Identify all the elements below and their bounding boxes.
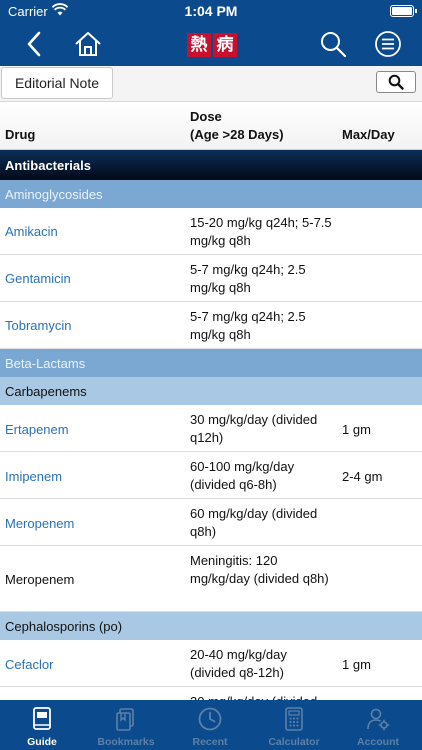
category-cephalosporins: Cephalosporins (po) bbox=[0, 612, 422, 640]
tab-recent[interactable]: Recent bbox=[168, 700, 252, 750]
tab-guide[interactable]: Guide bbox=[0, 700, 84, 750]
category-carbapenems: Carbapenems bbox=[0, 377, 422, 405]
calculator-icon bbox=[285, 707, 303, 731]
account-gear-icon bbox=[367, 708, 390, 731]
tab-label: Account bbox=[357, 736, 399, 748]
table-row[interactable]: Amikacin 15-20 mg/kg q24h; 5-7.5 mg/kg q… bbox=[0, 208, 422, 255]
column-header-max: Max/Day bbox=[342, 127, 395, 142]
editorial-note-button[interactable]: Editorial Note bbox=[1, 67, 113, 99]
section-header-antibacterials: Antibacterials bbox=[0, 150, 422, 180]
chevron-left-icon bbox=[27, 31, 41, 57]
tab-label: Calculator bbox=[268, 736, 320, 748]
logo-char-2: 病 bbox=[213, 33, 237, 57]
home-icon bbox=[75, 32, 101, 56]
drug-link[interactable]: Cefaclor bbox=[5, 657, 53, 672]
drug-link[interactable]: Meropenem bbox=[5, 516, 74, 531]
dose-cell: 60-100 mg/kg/day (divided q6-8h) bbox=[190, 459, 295, 492]
home-button[interactable] bbox=[72, 28, 104, 60]
tab-label: Recent bbox=[192, 736, 228, 748]
table-row[interactable]: Imipenem 60-100 mg/kg/day (divided q6-8h… bbox=[0, 452, 422, 499]
drug-link[interactable]: Gentamicin bbox=[5, 271, 71, 286]
status-bar: Carrier 1:04 PM bbox=[0, 0, 422, 22]
table-row[interactable]: Ertapenem 30 mg/kg/day (divided q12h) 1 … bbox=[0, 405, 422, 452]
bookmarks-icon bbox=[116, 708, 134, 731]
drug-name: Meropenem bbox=[5, 572, 75, 587]
search-icon bbox=[388, 74, 404, 90]
dose-cell: 5-7 mg/kg q24h; 2.5 mg/kg q8h bbox=[190, 309, 306, 342]
back-button[interactable] bbox=[18, 28, 50, 60]
tab-bar: Guide Bookmarks Recent Calculator Accoun… bbox=[0, 700, 422, 750]
table-row: Meropenem Meningitis: 120 mg/kg/day (div… bbox=[0, 546, 422, 612]
subgroup-aminoglycosides[interactable]: Aminoglycosides bbox=[0, 180, 422, 208]
search-button[interactable] bbox=[376, 71, 416, 93]
max-cell: 1 gm bbox=[342, 422, 371, 437]
drug-link[interactable]: Imipenem bbox=[5, 469, 62, 484]
search-icon bbox=[321, 32, 347, 58]
column-header-dose: Dose bbox=[190, 109, 222, 124]
table-row[interactable]: Cefaclor 20-40 mg/kg/day (divided q8-12h… bbox=[0, 640, 422, 687]
toolbar: Editorial Note bbox=[0, 66, 422, 102]
menu-icon bbox=[375, 31, 401, 57]
tab-bookmarks[interactable]: Bookmarks bbox=[84, 700, 168, 750]
table-row[interactable]: Gentamicin 5-7 mg/kg q24h; 2.5 mg/kg q8h bbox=[0, 255, 422, 302]
dose-cell: Meningitis: 120 mg/kg/day (divided q8h) bbox=[190, 553, 329, 586]
dose-cell: 20-40 mg/kg/day (divided q8-12h) bbox=[190, 647, 287, 680]
logo-char-1: 熱 bbox=[187, 33, 211, 57]
tab-calculator[interactable]: Calculator bbox=[252, 700, 336, 750]
table-row[interactable]: Tobramycin 5-7 mg/kg q24h; 2.5 mg/kg q8h bbox=[0, 302, 422, 349]
column-header-dose-age: (Age >28 Days) bbox=[190, 127, 284, 142]
table-row[interactable]: Meropenem 60 mg/kg/day (divided q8h) bbox=[0, 499, 422, 546]
drug-link[interactable]: Amikacin bbox=[5, 224, 58, 239]
dose-cell: 5-7 mg/kg q24h; 2.5 mg/kg q8h bbox=[190, 262, 306, 295]
drug-link[interactable]: Tobramycin bbox=[5, 318, 71, 333]
table-header: Drug Dose (Age >28 Days) Max/Day bbox=[0, 102, 422, 150]
column-header-drug: Drug bbox=[5, 127, 36, 142]
tab-label: Guide bbox=[27, 736, 57, 748]
battery-icon bbox=[390, 5, 417, 17]
dose-cell: 60 mg/kg/day (divided q8h) bbox=[190, 506, 318, 539]
tab-account[interactable]: Account bbox=[336, 700, 420, 750]
dose-cell: 15-20 mg/kg q24h; 5-7.5 mg/kg q8h bbox=[190, 215, 332, 248]
search-nav-button[interactable] bbox=[317, 28, 349, 60]
menu-button[interactable] bbox=[372, 28, 404, 60]
book-icon bbox=[33, 707, 51, 730]
subgroup-beta-lactams[interactable]: Beta-Lactams bbox=[0, 349, 422, 377]
clock-icon bbox=[198, 707, 222, 731]
tab-label: Bookmarks bbox=[97, 736, 155, 748]
max-cell: 2-4 gm bbox=[342, 469, 383, 484]
drug-link[interactable]: Ertapenem bbox=[5, 422, 69, 437]
app-logo: 熱 病 bbox=[187, 33, 237, 57]
clock-time: 1:04 PM bbox=[184, 3, 238, 19]
dose-cell: 30 mg/kg/day (divided q12h) bbox=[190, 412, 318, 445]
max-cell: 1 gm bbox=[342, 657, 371, 672]
